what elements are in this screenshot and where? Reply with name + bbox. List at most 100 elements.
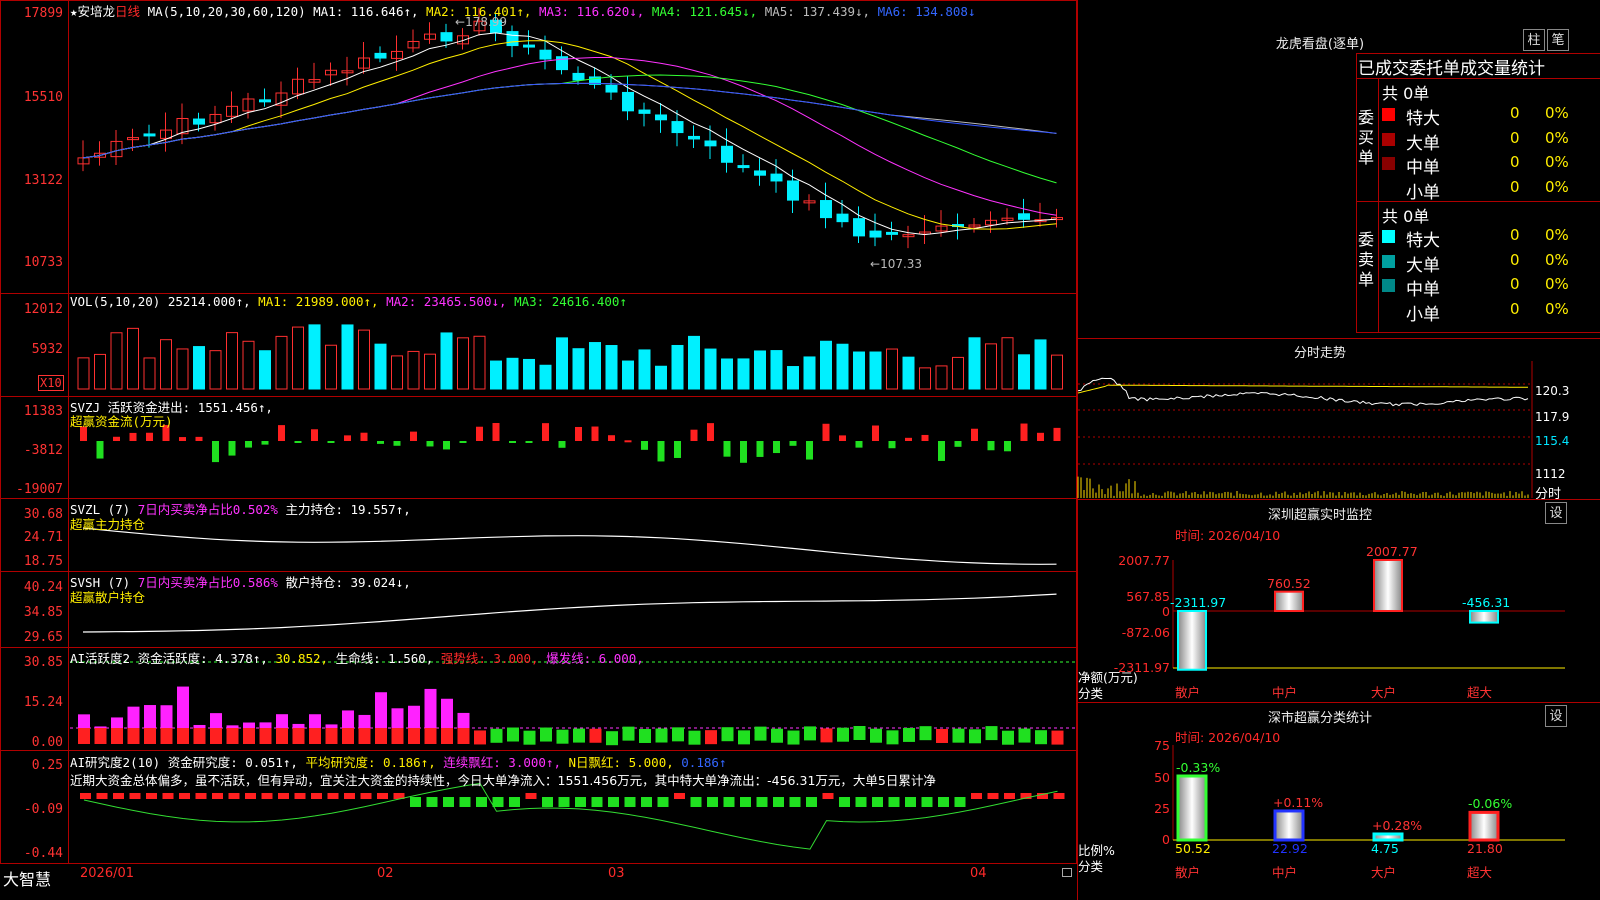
research-bar bbox=[245, 793, 256, 799]
candle-body bbox=[770, 173, 783, 182]
price-axis-2: 15510 bbox=[23, 90, 63, 105]
volume-bar bbox=[985, 343, 997, 390]
ai1-axis-1: 30.85 bbox=[23, 655, 63, 670]
research-bar bbox=[1004, 793, 1015, 799]
activity-base bbox=[259, 728, 272, 744]
volume-bar bbox=[407, 350, 420, 390]
research-bar bbox=[443, 797, 454, 807]
class-bar bbox=[1176, 774, 1208, 842]
vol-axis-2: 5932 bbox=[31, 342, 63, 357]
volume-bar bbox=[952, 356, 964, 390]
research-bar bbox=[987, 793, 999, 799]
class-category-label: 大户 bbox=[1371, 865, 1397, 880]
minute-avg-line bbox=[1077, 384, 1529, 394]
volume-bar bbox=[523, 358, 535, 390]
fund-flow-bar bbox=[344, 435, 351, 441]
svzj-axis-3: -19007 bbox=[16, 482, 63, 497]
sell-row-pct: 0% bbox=[1545, 299, 1569, 318]
class-bar bbox=[1468, 810, 1500, 842]
buy-row-swatch bbox=[1382, 157, 1395, 170]
ai2-extra: 0.186↑ bbox=[681, 755, 727, 770]
fund-flow-bar bbox=[459, 441, 467, 443]
research-bar bbox=[740, 797, 751, 807]
research-bar bbox=[806, 797, 817, 807]
volume-bar bbox=[490, 360, 502, 390]
volume-bar bbox=[820, 340, 832, 390]
activity-base bbox=[243, 728, 255, 744]
activity-base bbox=[292, 728, 305, 744]
period-label[interactable]: 日线 bbox=[115, 4, 140, 19]
research-bar bbox=[96, 793, 108, 799]
date-tick-mar: 03 bbox=[608, 866, 625, 881]
sz-class-settings-button[interactable]: 设 bbox=[1545, 705, 1567, 727]
volume-bar bbox=[209, 350, 222, 390]
sz-class-xlabel: 分类 bbox=[1078, 859, 1104, 874]
stock-name[interactable]: ★安培龙 bbox=[70, 4, 115, 19]
volume-bar bbox=[94, 353, 106, 390]
sell-row-pct: 0% bbox=[1545, 275, 1569, 293]
research-bar bbox=[921, 797, 933, 807]
activity-bar bbox=[474, 730, 486, 745]
activity-base bbox=[358, 728, 371, 744]
research-bar bbox=[905, 797, 916, 807]
svsh-axis-3: 29.65 bbox=[23, 630, 63, 645]
fund-flow-bar bbox=[212, 441, 219, 463]
volume-bar bbox=[671, 344, 684, 390]
activity-bar bbox=[688, 730, 701, 745]
research-bar bbox=[228, 793, 240, 799]
monitor-category-label: 散户 bbox=[1175, 685, 1201, 700]
svsh-title: 超赢散户持仓 bbox=[70, 590, 146, 605]
activity-bar bbox=[870, 728, 882, 743]
fund-flow-bar bbox=[905, 437, 912, 441]
activity-bar bbox=[837, 727, 849, 742]
class-top-border bbox=[1077, 702, 1600, 703]
vol-label: VOL(5,10,20) bbox=[70, 294, 161, 309]
sz-monitor-time: 时间: 2026/04/10 bbox=[1175, 528, 1281, 543]
buy-total: 共 0单 bbox=[1382, 84, 1430, 103]
volume-bar bbox=[589, 342, 601, 390]
ai2-axis-3: -0.44 bbox=[23, 846, 63, 861]
class-pct-label: -0.06% bbox=[1468, 796, 1513, 812]
fund-flow-bar bbox=[443, 441, 450, 450]
vol-unit-badge[interactable]: X10 bbox=[38, 375, 64, 391]
candle-body bbox=[193, 118, 205, 125]
candle-body bbox=[1018, 213, 1030, 220]
high-value: 178.99 bbox=[465, 15, 508, 29]
candle-body bbox=[886, 231, 898, 235]
research-bar bbox=[327, 793, 339, 799]
activity-base bbox=[441, 728, 453, 744]
volume-bar bbox=[737, 358, 750, 390]
fund-flow-bar bbox=[971, 428, 978, 441]
research-bar bbox=[542, 797, 553, 807]
minute-axis-4: 1112 bbox=[1535, 467, 1566, 481]
price-axis-4: 10733 bbox=[23, 255, 63, 270]
research-bar bbox=[789, 797, 801, 807]
buy-row-n: 0 bbox=[1510, 177, 1520, 196]
activity-base bbox=[342, 728, 354, 744]
volume-bar bbox=[853, 351, 865, 390]
indicator-chart-svg bbox=[70, 7, 1075, 850]
bar-mode-button[interactable]: 柱 bbox=[1523, 29, 1545, 51]
vol-axis-1: 12012 bbox=[23, 302, 63, 317]
svzl-axis-1: 30.68 bbox=[23, 507, 63, 522]
class-category-label: 超大 bbox=[1467, 865, 1493, 880]
fund-flow-bar bbox=[261, 441, 269, 445]
research-bar bbox=[162, 793, 174, 799]
price-axis-1: 17899 bbox=[23, 6, 63, 21]
sell-row-name: 大单 bbox=[1406, 255, 1440, 276]
minute-axis-2: 117.9 bbox=[1535, 410, 1570, 424]
research-bar bbox=[377, 793, 388, 799]
buy-row-name: 大单 bbox=[1406, 133, 1440, 154]
sz-monitor-settings-button[interactable]: 设 bbox=[1545, 502, 1567, 524]
ai1-axis-3: 0.00 bbox=[31, 735, 63, 750]
ai1-lifeline: 生命线: 1.560, bbox=[335, 651, 434, 666]
tick-mode-button[interactable]: 笔 bbox=[1547, 29, 1569, 51]
research-bar bbox=[344, 793, 355, 799]
lock-icon[interactable] bbox=[1062, 868, 1072, 877]
class-value-label: 4.75 bbox=[1371, 841, 1399, 856]
activity-bar bbox=[952, 728, 965, 743]
candle-body bbox=[539, 49, 552, 60]
fund-flow-bar bbox=[938, 441, 945, 461]
research-bar bbox=[756, 797, 768, 807]
research-bar bbox=[954, 797, 966, 807]
